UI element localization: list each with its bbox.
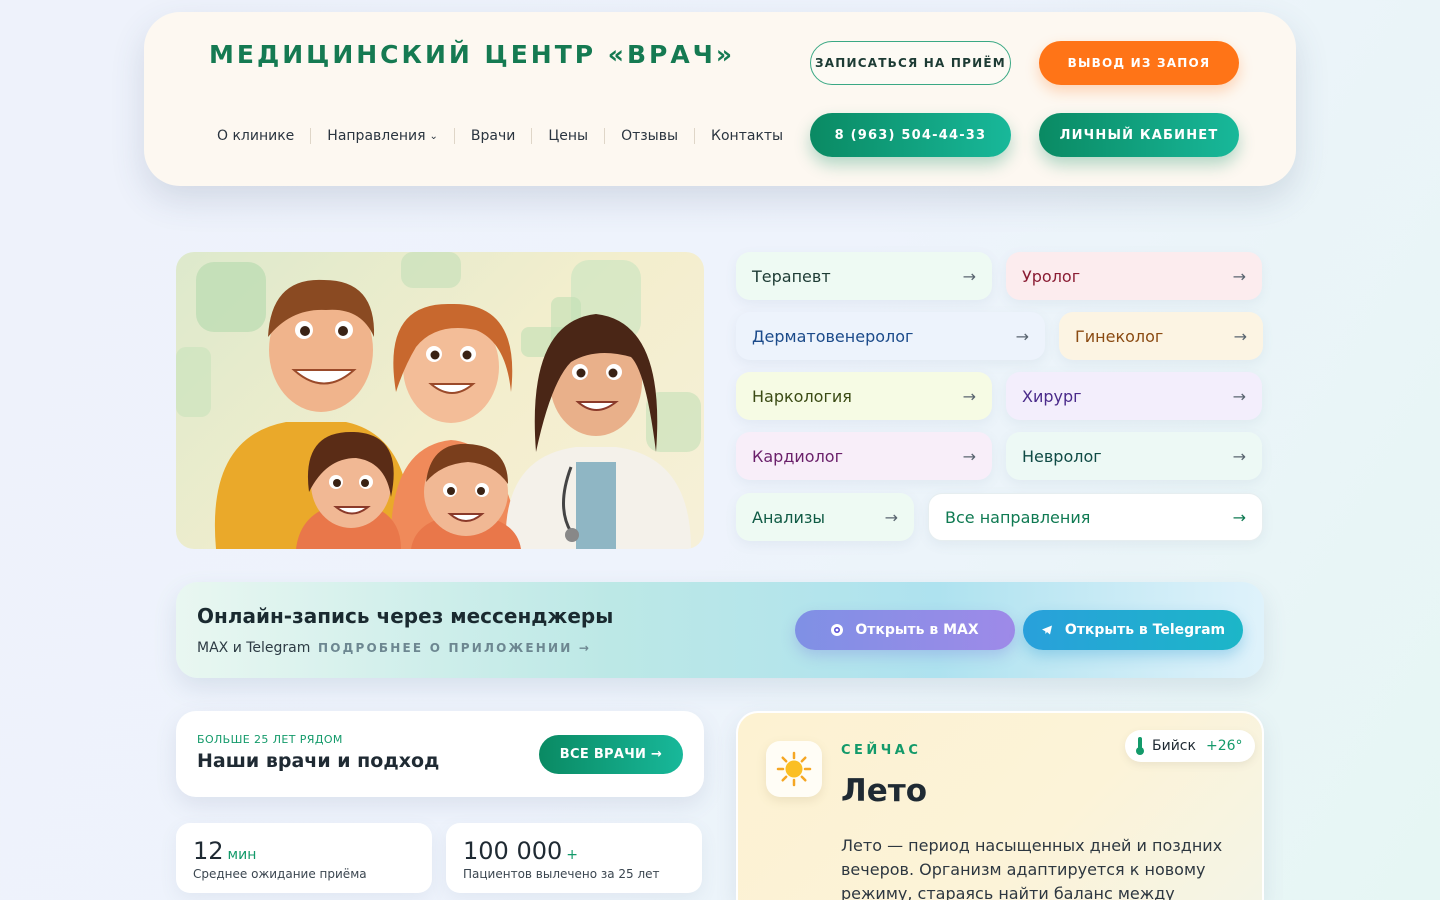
direction-label: Анализы — [752, 507, 825, 527]
arrow-right-icon: → — [1015, 326, 1029, 346]
phone-button[interactable]: 8 (963) 504-44-33 — [810, 113, 1011, 157]
direction-label: Дерматовенеролог — [752, 326, 914, 346]
stat-value: 100 000 + — [463, 837, 578, 865]
direction-label: Кардиолог — [752, 446, 843, 466]
direction-all[interactable]: Все направления → — [928, 493, 1263, 541]
season-card: СЕЙЧАС Лето Лето — период насыщенных дне… — [736, 711, 1264, 900]
book-appointment-button[interactable]: ЗАПИСАТЬСЯ НА ПРИЁМ — [810, 41, 1011, 85]
messenger-subtitle: MAX и Telegram — [197, 640, 311, 656]
direction-surgeon[interactable]: Хирург → — [1006, 372, 1262, 420]
direction-tests[interactable]: Анализы → — [736, 493, 914, 541]
stat-label: Среднее ожидание приёма — [193, 867, 367, 881]
main-nav: О клинике Направления ⌄ Врачи Цены Отзывы… — [217, 128, 799, 144]
doctors-eyebrow: БОЛЬШЕ 25 ЛЕТ РЯДОМ — [197, 733, 343, 746]
nav-item-prices[interactable]: Цены — [532, 128, 604, 144]
direction-label: Наркология — [752, 386, 852, 406]
season-title: Лето — [841, 773, 928, 809]
weather-city: Бийск — [1152, 738, 1196, 754]
direction-neurologist[interactable]: Невролог → — [1006, 432, 1262, 480]
nav-item-directions[interactable]: Направления ⌄ — [311, 128, 454, 144]
stat-label: Пациентов вылечено за 25 лет — [463, 867, 660, 881]
direction-label: Гинеколог — [1075, 326, 1164, 346]
nav-item-about[interactable]: О клинике — [217, 128, 310, 144]
all-doctors-button[interactable]: ВСЕ ВРАЧИ → — [539, 735, 683, 774]
arrow-right-icon: → — [1232, 507, 1246, 527]
messenger-title: Онлайн-запись через мессенджеры — [197, 604, 614, 628]
direction-therapist[interactable]: Терапевт → — [736, 252, 992, 300]
detox-button[interactable]: ВЫВОД ИЗ ЗАПОЯ — [1039, 41, 1239, 85]
doctors-title: Наши врачи и подход — [197, 750, 440, 772]
direction-label: Невролог — [1022, 446, 1102, 466]
telegram-icon — [1041, 625, 1052, 635]
direction-label: Хирург — [1022, 386, 1082, 406]
direction-dermatovenerologist[interactable]: Дерматовенеролог → — [736, 312, 1045, 360]
direction-cardiologist[interactable]: Кардиолог → — [736, 432, 992, 480]
open-max-button[interactable]: Открыть в MAX — [795, 610, 1015, 650]
direction-urologist[interactable]: Уролог → — [1006, 252, 1262, 300]
arrow-right-icon: → — [1232, 266, 1246, 286]
family-illustration — [176, 252, 701, 549]
direction-gynecologist[interactable]: Гинеколог → — [1059, 312, 1263, 360]
direction-label: Уролог — [1022, 266, 1081, 286]
thermometer-icon — [1136, 737, 1144, 755]
doctors-card: БОЛЬШЕ 25 ЛЕТ РЯДОМ Наши врачи и подход … — [176, 711, 704, 797]
weather-badge: Бийск +26° — [1125, 730, 1255, 762]
messenger-banner: Онлайн-запись через мессенджеры MAX и Te… — [176, 582, 1264, 678]
direction-label: Терапевт — [752, 266, 831, 286]
direction-label: Все направления — [945, 507, 1091, 527]
arrow-right-icon: → — [962, 386, 976, 406]
direction-narcology[interactable]: Наркология → — [736, 372, 992, 420]
arrow-right-icon: → — [962, 266, 976, 286]
hero-family-image — [176, 252, 704, 549]
open-telegram-button[interactable]: Открыть в Telegram — [1023, 610, 1243, 650]
max-icon — [831, 624, 844, 636]
arrow-right-icon: → — [1232, 386, 1246, 406]
sun-icon — [766, 741, 822, 797]
site-header: МЕДИЦИНСКИЙ ЦЕНТР «ВРАЧ» О клинике Напра… — [144, 12, 1296, 186]
stat-value: 12 мин — [193, 837, 257, 865]
nav-item-reviews[interactable]: Отзывы — [605, 128, 694, 144]
stat-patients: 100 000 + Пациентов вылечено за 25 лет — [446, 823, 702, 893]
brand-logo[interactable]: МЕДИЦИНСКИЙ ЦЕНТР «ВРАЧ» — [209, 40, 735, 69]
stat-wait-time: 12 мин Среднее ожидание приёма — [176, 823, 432, 893]
weather-temp: +26° — [1205, 738, 1243, 754]
nav-item-contacts[interactable]: Контакты — [695, 128, 799, 144]
app-details-link[interactable]: ПОДРОБНЕЕ О ПРИЛОЖЕНИИ → — [318, 641, 591, 655]
nav-item-doctors[interactable]: Врачи — [455, 128, 531, 144]
arrow-right-icon: → — [1233, 326, 1247, 346]
chevron-down-icon: ⌄ — [429, 130, 438, 142]
season-description: Лето — период насыщенных дней и поздних … — [841, 836, 1223, 900]
arrow-right-icon: → — [1232, 446, 1246, 466]
season-eyebrow: СЕЙЧАС — [841, 743, 922, 758]
arrow-right-icon: → — [962, 446, 976, 466]
arrow-right-icon: → — [884, 507, 898, 527]
personal-cabinet-button[interactable]: ЛИЧНЫЙ КАБИНЕТ — [1039, 113, 1239, 157]
